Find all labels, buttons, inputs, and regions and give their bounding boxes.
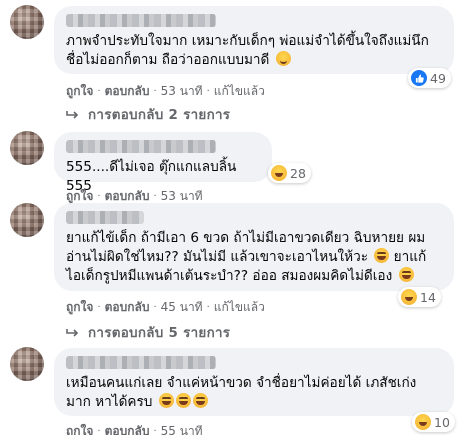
- avatar[interactable]: [10, 347, 44, 381]
- haha-icon: [415, 414, 431, 430]
- comment-bubble: ยาแก้ไข้เด็ก ถ้ามีเอา 6 ขวด ถ้าไม่มีเอาข…: [54, 203, 454, 291]
- like-link[interactable]: ถูกใจ: [66, 298, 93, 317]
- reply-link[interactable]: ตอบกลับ: [105, 82, 150, 101]
- laughing-emoji-icon: [158, 393, 174, 408]
- laughing-emoji-icon: [374, 248, 390, 263]
- edited-label: แก้ไขแล้ว: [213, 84, 265, 98]
- smile-emoji-icon: [275, 51, 291, 66]
- reaction-summary[interactable]: 49: [408, 68, 451, 88]
- reaction-count: 14: [420, 289, 436, 305]
- haha-icon: [271, 165, 287, 181]
- reaction-summary[interactable]: 10: [412, 412, 455, 432]
- view-replies-button[interactable]: การตอบกลับ 5 รายการ: [66, 322, 230, 343]
- reply-link[interactable]: ตอบกลับ: [105, 422, 150, 435]
- reaction-summary[interactable]: 28: [268, 163, 311, 183]
- reaction-count: 49: [430, 70, 446, 86]
- view-replies-label: การตอบกลับ 2 รายการ: [88, 108, 231, 123]
- comment-actions: ถูกใจ · ตอบกลับ · 45 นาที · แก้ไขแล้ว: [66, 298, 265, 317]
- avatar[interactable]: [10, 203, 44, 237]
- commenter-name-blurred[interactable]: [66, 356, 216, 369]
- comment-text: เหมือนคนแก่เลย จำแค่หน้าขวด จำชื่อยาไม่ค…: [66, 375, 417, 410]
- reply-arrow-icon: [66, 328, 79, 337]
- view-replies-button[interactable]: การตอบกลับ 2 รายการ: [66, 104, 230, 125]
- comment-actions: ถูกใจ · ตอบกลับ · 53 นาที · แก้ไขแล้ว: [66, 82, 265, 101]
- laughing-emoji-icon: [192, 393, 208, 408]
- view-replies-label: การตอบกลับ 5 รายการ: [88, 326, 231, 341]
- like-link[interactable]: ถูกใจ: [66, 422, 93, 435]
- comment-text: ภาพจำประทับใจมาก เหมาะกับเด็กๆ พ่อแม่จำไ…: [66, 33, 429, 68]
- laughing-emoji-icon: [175, 393, 191, 408]
- reaction-summary[interactable]: 14: [398, 287, 441, 307]
- timestamp[interactable]: 53 นาที: [161, 82, 203, 101]
- reaction-count: 28: [290, 165, 306, 181]
- commenter-name-blurred[interactable]: [66, 211, 144, 224]
- like-link[interactable]: ถูกใจ: [66, 82, 93, 101]
- comment-bubble: เหมือนคนแก่เลย จำแค่หน้าขวด จำชื่อยาไม่ค…: [54, 348, 454, 416]
- like-icon: [411, 70, 427, 86]
- commenter-name-blurred[interactable]: [66, 14, 216, 27]
- avatar[interactable]: [10, 5, 44, 39]
- edited-label: แก้ไขแล้ว: [213, 300, 265, 314]
- comment-text: ยาแก้ไข้เด็ก ถ้ามีเอา 6 ขวด ถ้าไม่มีเอาข…: [66, 230, 427, 284]
- commenter-name-blurred[interactable]: [66, 140, 216, 153]
- avatar[interactable]: [10, 131, 44, 165]
- haha-icon: [401, 289, 417, 305]
- reply-link[interactable]: ตอบกลับ: [105, 298, 150, 317]
- comment-bubble: ภาพจำประทับใจมาก เหมาะกับเด็กๆ พ่อแม่จำไ…: [54, 6, 454, 74]
- timestamp[interactable]: 45 นาที: [161, 298, 203, 317]
- reaction-count: 10: [434, 414, 450, 430]
- timestamp[interactable]: 55 นาที: [161, 422, 203, 435]
- reply-arrow-icon: [66, 110, 79, 119]
- comment-actions: ถูกใจ · ตอบกลับ · 55 นาที: [66, 422, 203, 435]
- laughing-emoji-icon: [398, 267, 414, 282]
- comment-bubble: 555....ดีไม่เจอ ตุ๊กแกแลบลิ้น 555: [54, 132, 272, 194]
